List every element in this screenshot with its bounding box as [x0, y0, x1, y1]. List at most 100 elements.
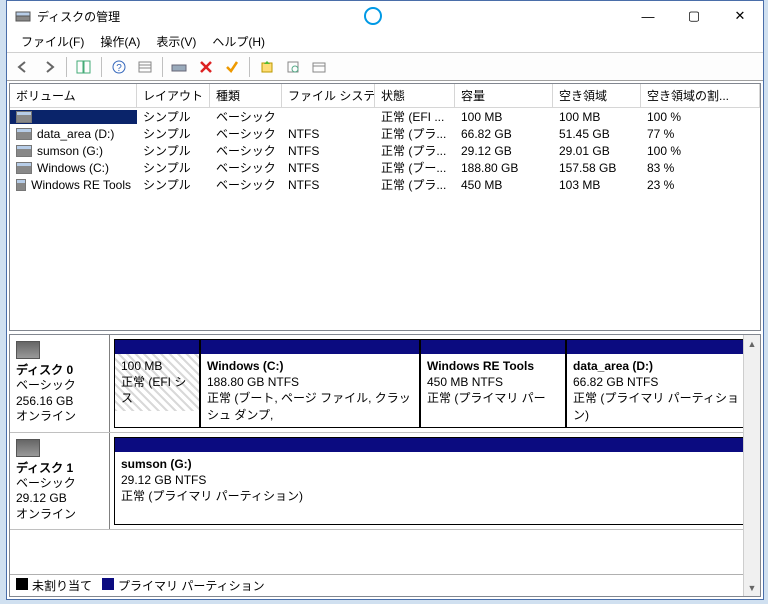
- disk-partitions: sumson (G:)29.12 GB NTFS正常 (プライマリ パーティショ…: [110, 433, 760, 529]
- cell-pct: 77 %: [641, 126, 760, 142]
- legend-primary-swatch: [102, 578, 114, 590]
- cell-fs: NTFS: [282, 160, 375, 176]
- app-icon: [15, 8, 31, 24]
- col-capacity[interactable]: 容量: [455, 84, 553, 107]
- disk-row: ディスク 1ベーシック29.12 GBオンラインsumson (G:)29.12…: [10, 433, 760, 530]
- partition[interactable]: sumson (G:)29.12 GB NTFS正常 (プライマリ パーティショ…: [114, 437, 756, 525]
- col-type[interactable]: 種類: [210, 84, 282, 107]
- legend-unallocated-label: 未割り当て: [32, 579, 92, 593]
- partition-status: 正常 (EFI シス: [121, 375, 186, 405]
- detach-button[interactable]: [168, 55, 192, 79]
- cell-free: 157.58 GB: [553, 160, 641, 176]
- disk-type: ベーシック: [16, 378, 103, 394]
- close-button[interactable]: ✕: [717, 1, 763, 31]
- apply-button[interactable]: [220, 55, 244, 79]
- cell-cap: 66.82 GB: [455, 126, 553, 142]
- disk-state: オンライン: [16, 507, 103, 523]
- volume-row[interactable]: sumson (G:)シンプルベーシックNTFS正常 (プラ...29.12 G…: [10, 142, 760, 159]
- col-volume[interactable]: ボリューム: [10, 84, 137, 107]
- view-toggle-button[interactable]: [72, 55, 96, 79]
- partition-header-bar: [421, 340, 565, 354]
- cell-layout: シンプル: [137, 175, 210, 194]
- vertical-scrollbar[interactable]: ▲ ▼: [743, 335, 760, 596]
- partition-header-bar: [201, 340, 419, 354]
- partition-header-bar: [567, 340, 755, 354]
- volume-list[interactable]: ボリューム レイアウト 種類 ファイル システム 状態 容量 空き領域 空き領域…: [9, 83, 761, 331]
- disk-size: 29.12 GB: [16, 491, 103, 507]
- partition-status: 正常 (プライマリ パー: [427, 391, 546, 405]
- cell-fs: [282, 116, 375, 118]
- partition-size: 100 MB: [121, 359, 162, 373]
- col-layout[interactable]: レイアウト: [137, 84, 210, 107]
- disk-map[interactable]: ディスク 0ベーシック256.16 GBオンライン100 MB正常 (EFI シ…: [9, 334, 761, 597]
- cell-pct: 83 %: [641, 160, 760, 176]
- disk-icon: [16, 439, 40, 457]
- disk-partitions: 100 MB 正常 (EFI シス Windows (C:)188.80 GB NT…: [110, 335, 760, 432]
- action2-button[interactable]: [281, 55, 305, 79]
- volume-row[interactable]: Windows RE ToolsシンプルベーシックNTFS正常 (プラ...45…: [10, 176, 760, 193]
- partition-size: 450 MB NTFS: [427, 375, 503, 389]
- menu-file[interactable]: ファイル(F): [15, 31, 90, 52]
- menu-help[interactable]: ヘルプ(H): [206, 31, 271, 52]
- cortana-icon: [364, 7, 382, 25]
- volume-row[interactable]: Windows (C:)シンプルベーシックNTFS正常 (ブー...188.80…: [10, 159, 760, 176]
- partition[interactable]: Windows (C:)188.80 GB NTFS正常 (ブート, ページ フ…: [200, 339, 420, 428]
- disk-label: ディスク 0: [16, 361, 103, 378]
- cell-type: ベーシック: [210, 175, 282, 194]
- volume-list-header: ボリューム レイアウト 種類 ファイル システム 状態 容量 空き領域 空き領域…: [10, 84, 760, 108]
- titlebar[interactable]: ディスクの管理 — ▢ ✕: [7, 1, 763, 31]
- col-pctfree[interactable]: 空き領域の割...: [641, 84, 760, 107]
- menu-action[interactable]: 操作(A): [94, 31, 146, 52]
- cell-pct: 100 %: [641, 143, 760, 159]
- partition-title: Windows RE Tools: [427, 359, 534, 373]
- cell-free: 29.01 GB: [553, 143, 641, 159]
- disk-size: 256.16 GB: [16, 394, 103, 410]
- minimize-button[interactable]: —: [625, 1, 671, 31]
- help-button[interactable]: ?: [107, 55, 131, 79]
- scroll-up-icon[interactable]: ▲: [744, 335, 760, 352]
- window-title: ディスクの管理: [37, 8, 120, 25]
- partition-header-bar: [115, 340, 199, 354]
- cell-name: [10, 110, 137, 124]
- back-button[interactable]: [11, 55, 35, 79]
- partition-title: data_area (D:): [573, 359, 653, 373]
- cell-cap: 188.80 GB: [455, 160, 553, 176]
- partition[interactable]: Windows RE Tools 450 MB NTFS 正常 (プライマリ パー: [420, 339, 566, 428]
- col-status[interactable]: 状態: [375, 84, 455, 107]
- cell-free: 103 MB: [553, 177, 641, 193]
- col-fs[interactable]: ファイル システム: [282, 84, 375, 107]
- forward-button[interactable]: [37, 55, 61, 79]
- disk-info[interactable]: ディスク 0ベーシック256.16 GBオンライン: [10, 335, 110, 432]
- cell-fs: NTFS: [282, 143, 375, 159]
- cell-name: sumson (G:): [10, 143, 137, 159]
- partition[interactable]: data_area (D:)66.82 GB NTFS正常 (プライマリ パーテ…: [566, 339, 756, 428]
- maximize-button[interactable]: ▢: [671, 1, 717, 31]
- list-button[interactable]: [133, 55, 157, 79]
- partition[interactable]: 100 MB 正常 (EFI シス: [114, 339, 200, 428]
- legend-primary-label: プライマリ パーティション: [118, 579, 265, 593]
- partition-status: 正常 (プライマリ パーティション): [121, 489, 303, 503]
- action1-button[interactable]: [255, 55, 279, 79]
- volume-row[interactable]: シンプルベーシック正常 (EFI ...100 MB100 MB100 %: [10, 108, 760, 125]
- cell-cap: 450 MB: [455, 177, 553, 193]
- legend-unallocated-swatch: [16, 578, 28, 590]
- volume-row[interactable]: data_area (D:)シンプルベーシックNTFS正常 (プラ...66.8…: [10, 125, 760, 142]
- col-free[interactable]: 空き領域: [553, 84, 641, 107]
- partition-header-bar: [115, 438, 755, 452]
- cell-cap: 100 MB: [455, 109, 553, 125]
- menu-view[interactable]: 表示(V): [150, 31, 202, 52]
- delete-button[interactable]: [194, 55, 218, 79]
- disk-icon: [16, 341, 40, 359]
- partition-status: 正常 (ブート, ページ ファイル, クラッシュ ダンプ,: [207, 391, 411, 421]
- partition-size: 29.12 GB NTFS: [121, 473, 206, 487]
- properties-button[interactable]: [307, 55, 331, 79]
- disk-info[interactable]: ディスク 1ベーシック29.12 GBオンライン: [10, 433, 110, 529]
- menubar: ファイル(F) 操作(A) 表示(V) ヘルプ(H): [7, 31, 763, 53]
- cell-name: Windows RE Tools: [10, 177, 137, 193]
- svg-text:?: ?: [116, 63, 122, 74]
- cell-pct: 23 %: [641, 177, 760, 193]
- disk-management-window: ディスクの管理 — ▢ ✕ ファイル(F) 操作(A) 表示(V) ヘルプ(H)…: [6, 0, 764, 600]
- scroll-down-icon[interactable]: ▼: [744, 579, 760, 596]
- cell-fs: NTFS: [282, 126, 375, 142]
- cell-pct: 100 %: [641, 109, 760, 125]
